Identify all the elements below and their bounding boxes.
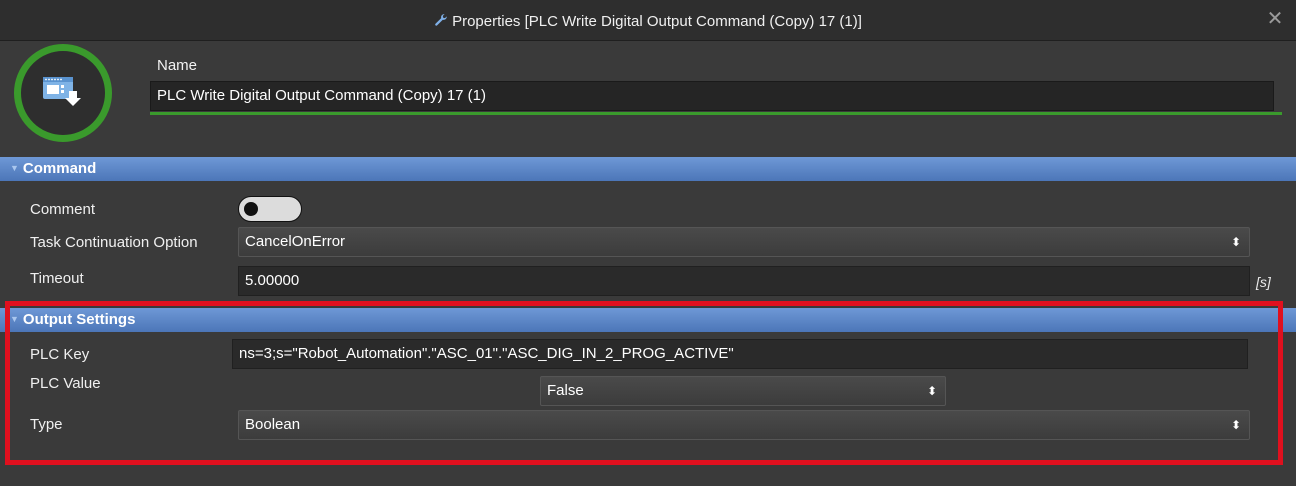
timeout-label: Timeout [30,270,84,287]
select-arrows-icon: ⬍ [1230,235,1241,249]
wrench-icon [434,12,448,32]
comment-label: Comment [30,201,96,218]
window-title: Properties [PLC Write Digital Output Com… [0,12,1296,32]
timeout-unit: [s] [1256,274,1271,290]
command-section-header[interactable]: ▼ Command [0,157,1296,181]
window-title-text: Properties [PLC Write Digital Output Com… [452,13,862,30]
task-continuation-select[interactable]: CancelOnError ⬍ [238,227,1250,257]
task-continuation-value: CancelOnError [245,233,346,250]
toggle-knob [244,202,258,216]
plc-output-icon [14,44,112,142]
name-field[interactable]: PLC Write Digital Output Command (Copy) … [150,81,1274,111]
task-continuation-label: Task Continuation Option [30,234,198,251]
timeout-field[interactable]: 5.00000 [238,266,1250,296]
name-field-underline [150,112,1282,115]
collapse-triangle-icon: ▼ [10,163,19,173]
name-label: Name [157,57,198,74]
highlight-box [5,301,1283,465]
close-icon[interactable]: ✕ [1264,8,1286,30]
command-section-title: Command [22,160,97,177]
comment-toggle[interactable] [238,196,302,222]
